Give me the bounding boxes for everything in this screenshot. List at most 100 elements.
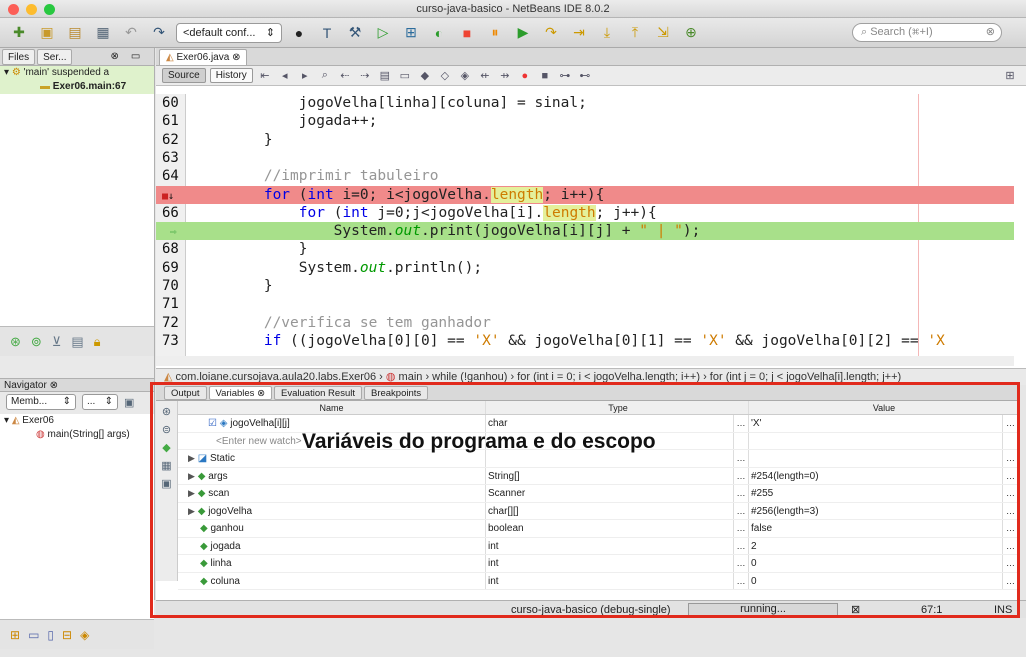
code-line[interactable]: 69 System.out.println(); (156, 259, 1014, 277)
code-line[interactable]: 66 for (int j=0;j<jogoVelha[i].length; j… (156, 204, 1014, 222)
thread-row[interactable]: ▾ ⚙ 'main' suspended a (0, 66, 154, 80)
split-editor-icon[interactable]: ⊞ (1002, 69, 1018, 82)
code-text[interactable]: for (int i=0; i<jogoVelha.length; i++){ (194, 186, 604, 204)
shift-left-icon[interactable]: ⇷ (477, 69, 493, 82)
find-next-icon[interactable]: ⇢ (357, 69, 373, 82)
code-text[interactable]: System.out.println(); (194, 259, 482, 277)
code-line[interactable]: 68 } (156, 240, 1014, 258)
code-line[interactable]: 64 //imprimir tabuleiro (156, 167, 1014, 185)
search-input[interactable]: ⌕ Search (⌘+I) ⊗ (852, 23, 1002, 42)
profile-icon[interactable]: ◐ (428, 22, 450, 44)
find-icon[interactable]: ⌕ (317, 69, 333, 82)
clean-build-icon[interactable]: ⚒ (344, 22, 366, 44)
resume-thread-icon[interactable]: ⊛ (10, 334, 21, 350)
nav-class-item[interactable]: ▾ ◭ Exer06 (0, 414, 154, 428)
stop-icon[interactable]: ■ (456, 22, 478, 44)
stop-macro-icon[interactable]: ■ (537, 70, 553, 82)
back-icon[interactable]: ◂ (277, 69, 293, 82)
code-text[interactable]: if ((jogoVelha[0][0] == 'X' && jogoVelha… (194, 332, 945, 350)
clear-search-icon[interactable]: ⊗ (986, 24, 995, 41)
hierarchy-icon[interactable]: ⊞ (10, 628, 20, 642)
globe-icon[interactable]: ● (288, 22, 310, 44)
code-line[interactable]: 72 //verifica se tem ganhador (156, 314, 1014, 332)
code-text[interactable]: System.out.print(jogoVelha[i][j] + " | "… (194, 222, 701, 240)
run-icon[interactable]: ▷ (372, 22, 394, 44)
horizontal-scrollbar[interactable] (156, 356, 1014, 366)
redo-icon[interactable]: ↷ (148, 22, 170, 44)
filter-icon[interactable]: ⊻ (52, 334, 62, 350)
run-to-cursor-icon[interactable]: ⇲ (652, 22, 674, 44)
continue-icon[interactable]: ▶ (512, 22, 534, 44)
tab-exer06-java[interactable]: ◭ Exer06.java ⊗ (159, 48, 248, 65)
configuration-select[interactable]: <default conf... ⇕ (176, 22, 282, 43)
step-out-icon[interactable]: ⤒ (624, 22, 646, 44)
navigator-options-select[interactable]: ... ⇕ (82, 394, 118, 410)
code-text[interactable]: jogada++; (194, 112, 378, 130)
hammer-icon[interactable]: T (316, 22, 338, 44)
static-filter-icon[interactable]: ▯ (47, 628, 54, 642)
code-area[interactable]: 60 jogoVelha[linha][coluna] = sinal; 61 j… (156, 94, 1014, 356)
code-line[interactable]: 71 (156, 295, 1014, 313)
lock-icon[interactable]: 🔒︎ (94, 334, 101, 350)
thread-group-icon[interactable]: ▤ (71, 334, 83, 350)
code-line[interactable]: 61 jogada++; (156, 112, 1014, 130)
next-bookmark-icon[interactable]: ◇ (437, 69, 453, 82)
new-project-icon[interactable]: ▣ (36, 22, 58, 44)
rectangular-selection-icon[interactable]: ▭ (397, 69, 413, 82)
code-line[interactable]: ■↓ for (int i=0; i<jogoVelha.length; i++… (156, 185, 1014, 204)
field-filter-icon[interactable]: ▭ (28, 628, 39, 642)
call-stack-row[interactable]: ▬ Exer06.main:67 (0, 80, 154, 94)
apply-changes-icon[interactable]: ⊕ (680, 22, 702, 44)
undo-icon[interactable]: ↶ (120, 22, 142, 44)
close-window-button[interactable] (8, 4, 19, 15)
source-button[interactable]: Source (162, 68, 206, 83)
start-macro-icon[interactable]: ● (517, 70, 533, 82)
members-select[interactable]: Memb... ⇕ (6, 394, 76, 410)
navigator-view-icon[interactable]: ▣ (124, 396, 134, 409)
toggle-bookmark-icon[interactable]: ◈ (457, 69, 473, 82)
minimize-window-button[interactable] (26, 4, 37, 15)
inherited-filter-icon[interactable]: ◈ (80, 628, 89, 642)
debug-icon[interactable]: ⊞ (400, 22, 422, 44)
step-over-icon[interactable]: ↷ (540, 22, 562, 44)
code-line[interactable]: ⇨ System.out.print(jogoVelha[i][j] + " |… (156, 222, 1014, 241)
navigator-controls: Memb... ⇕ ... ⇕ ▣ (0, 392, 154, 412)
suspend-thread-icon[interactable]: ⊚ (31, 334, 42, 350)
step-into-icon[interactable]: ⤓ (596, 22, 618, 44)
nav-method-item[interactable]: ◍ main(String[] args) (0, 428, 154, 442)
code-line[interactable]: 60 jogoVelha[linha][coluna] = sinal; (156, 94, 1014, 112)
code-text[interactable]: } (194, 131, 273, 149)
close-editor-tab-icon[interactable]: ⊗ (232, 52, 240, 63)
tab-files[interactable]: Files (2, 48, 36, 65)
shift-right-icon[interactable]: ⇸ (497, 69, 513, 82)
code-text[interactable]: jogoVelha[linha][coluna] = sinal; (194, 94, 587, 112)
previous-bookmark-icon[interactable]: ◆ (417, 69, 433, 82)
find-previous-icon[interactable]: ⇠ (337, 69, 353, 82)
uncomment-icon[interactable]: ⊷ (577, 69, 593, 82)
last-edit-icon[interactable]: ⇤ (257, 69, 273, 82)
nonpublic-filter-icon[interactable]: ⊟ (62, 628, 72, 642)
code-line[interactable]: 70 } (156, 277, 1014, 295)
toggle-highlight-icon[interactable]: ▤ (377, 69, 393, 82)
step-over-expression-icon[interactable]: ⇥ (568, 22, 590, 44)
code-line[interactable]: 62 } (156, 131, 1014, 149)
minimize-panel-icon[interactable]: ▭ (131, 51, 140, 62)
comment-icon[interactable]: ⊶ (557, 69, 573, 82)
new-file-icon[interactable]: ✚ (8, 22, 30, 44)
save-all-icon[interactable]: ▦ (92, 22, 114, 44)
history-button[interactable]: History (209, 68, 253, 83)
tab-services[interactable]: Ser... (37, 48, 73, 65)
code-text[interactable]: //verifica se tem ganhador (194, 314, 491, 332)
code-text[interactable]: for (int j=0;j<jogoVelha[i].length; j++)… (194, 204, 657, 222)
code-text[interactable]: } (194, 277, 273, 295)
pause-icon[interactable]: ⏸ (484, 22, 506, 44)
code-line[interactable]: 63 (156, 149, 1014, 167)
close-navigator-icon[interactable]: ⊗ (50, 380, 58, 391)
close-tab-icon[interactable]: ⊗ (110, 51, 118, 62)
open-project-icon[interactable]: ▤ (64, 22, 86, 44)
forward-icon[interactable]: ▸ (297, 69, 313, 82)
zoom-window-button[interactable] (44, 4, 55, 15)
code-text[interactable]: //imprimir tabuleiro (194, 167, 439, 185)
code-line[interactable]: 73 if ((jogoVelha[0][0] == 'X' && jogoVe… (156, 332, 1014, 350)
code-text[interactable]: } (194, 240, 308, 258)
